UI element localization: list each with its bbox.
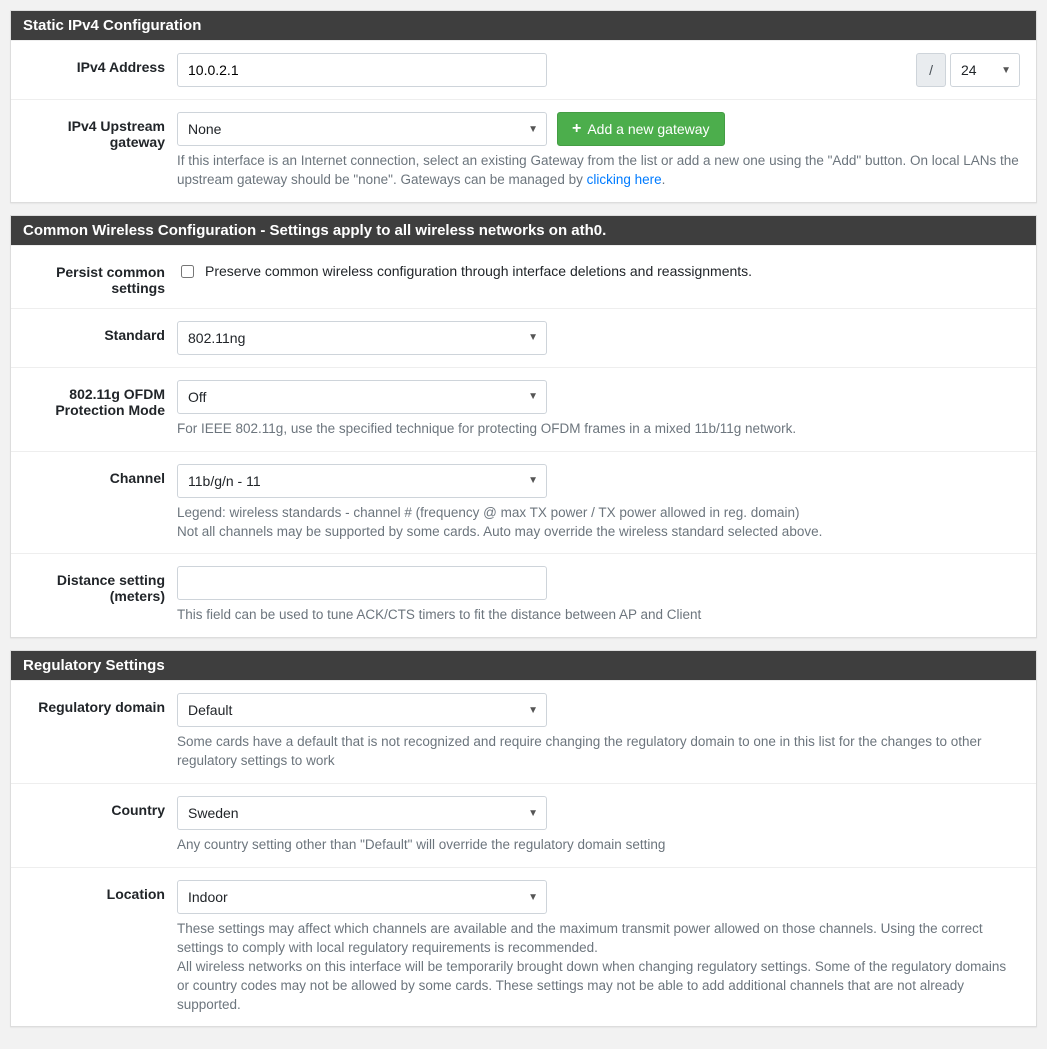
panel-static-ipv4: Static IPv4 Configuration IPv4 Address /…	[10, 10, 1037, 203]
cidr-slash: /	[916, 53, 946, 87]
label-standard: Standard	[27, 321, 177, 343]
standard-select[interactable]: 802.11ng	[177, 321, 547, 355]
gateway-select[interactable]: None	[177, 112, 547, 146]
label-country: Country	[27, 796, 177, 818]
label-distance: Distance setting (meters)	[27, 566, 177, 604]
add-gateway-button[interactable]: + Add a new gateway	[557, 112, 725, 146]
reg-domain-select[interactable]: Default	[177, 693, 547, 727]
panel-header-static-ipv4: Static IPv4 Configuration	[11, 11, 1036, 40]
distance-help: This field can be used to tune ACK/CTS t…	[177, 606, 1020, 625]
label-persist: Persist common settings	[27, 258, 177, 296]
location-select[interactable]: Indoor	[177, 880, 547, 914]
reg-domain-help: Some cards have a default that is not re…	[177, 733, 1020, 771]
channel-help: Legend: wireless standards - channel # (…	[177, 504, 1020, 542]
persist-checkbox[interactable]	[181, 265, 194, 278]
panel-common-wireless: Common Wireless Configuration - Settings…	[10, 215, 1037, 639]
panel-header-regulatory: Regulatory Settings	[11, 651, 1036, 680]
ipv4-address-input[interactable]	[177, 53, 547, 87]
plus-icon: +	[572, 121, 581, 137]
persist-checkbox-label[interactable]: Preserve common wireless configuration t…	[177, 258, 1020, 281]
location-help: These settings may affect which channels…	[177, 920, 1020, 1014]
label-channel: Channel	[27, 464, 177, 486]
panel-header-common-wireless: Common Wireless Configuration - Settings…	[11, 216, 1036, 245]
gateway-help-text: If this interface is an Internet connect…	[177, 152, 1020, 190]
label-ipv4-gateway: IPv4 Upstream gateway	[27, 112, 177, 150]
label-reg-domain: Regulatory domain	[27, 693, 177, 715]
country-select[interactable]: Sweden	[177, 796, 547, 830]
clicking-here-link[interactable]: clicking here	[587, 172, 662, 187]
cidr-select[interactable]: 24	[950, 53, 1020, 87]
label-location: Location	[27, 880, 177, 902]
country-help: Any country setting other than "Default"…	[177, 836, 1020, 855]
protection-help: For IEEE 802.11g, use the specified tech…	[177, 420, 1020, 439]
protection-select[interactable]: Off	[177, 380, 547, 414]
label-ipv4-address: IPv4 Address	[27, 53, 177, 75]
distance-input[interactable]	[177, 566, 547, 600]
panel-regulatory: Regulatory Settings Regulatory domain De…	[10, 650, 1037, 1027]
label-protection: 802.11g OFDM Protection Mode	[27, 380, 177, 418]
channel-select[interactable]: 11b/g/n - 11	[177, 464, 547, 498]
